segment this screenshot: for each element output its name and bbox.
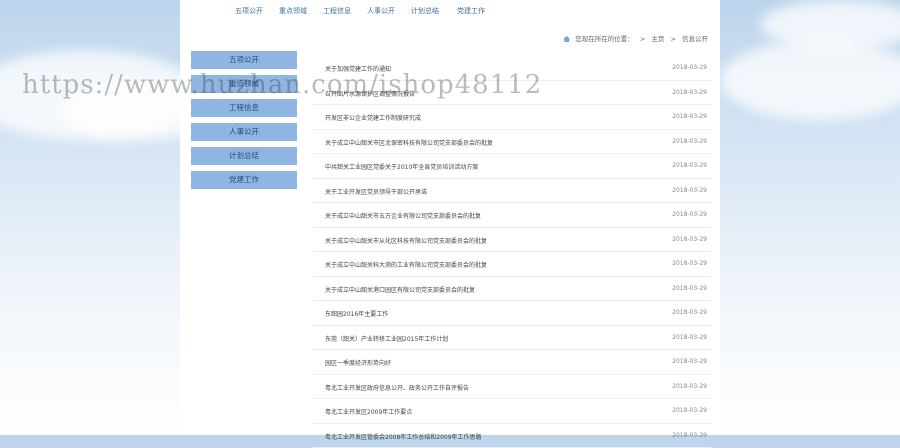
list-item-title[interactable]: 东韶园2016年主要工作 [325, 309, 388, 318]
list-item: 关于成立中山韶关科大测的工业有限公司党支部委员会的批复 2018-03-29 [313, 252, 711, 277]
nav-item-engineering[interactable]: 工程信息 [323, 6, 351, 16]
list-item: 关于成立中山韶关市区北保密科技有限公司党支部委员会的批复 2018-03-29 [313, 130, 711, 155]
breadcrumb: 您现在所在的位置： > 主页 > 信息公开 [563, 33, 708, 43]
sidebar-item-plan[interactable]: 计划总结 [191, 147, 297, 165]
list-item-date: 2018-03-29 [672, 334, 707, 341]
list-item-title[interactable]: 中共韶关工业园区党委关于2010年全县党员培训活动方案 [325, 162, 478, 171]
breadcrumb-separator: > [640, 35, 645, 43]
list-item-title[interactable]: 关于工业开发区党员领导干部公开承诺 [325, 187, 427, 196]
list-item-date: 2018-03-29 [672, 89, 707, 96]
sidebar-item-five-public[interactable]: 五项公开 [191, 51, 297, 69]
list-item-title[interactable]: 粤北工业开发区管委会2008年工作总结和2009年工作思路 [325, 432, 482, 441]
nav-item-five-public[interactable]: 五项公开 [235, 6, 263, 16]
article-list: 关于加强党建工作的通知2018-03-29 召开图片水源保护区调整情况报告201… [313, 56, 711, 448]
list-item-date: 2018-03-29 [672, 260, 707, 267]
list-item: 粤北工业开发区管委会2008年工作总结和2009年工作思路 2018-03-29 [313, 424, 711, 448]
sidebar-item-party[interactable]: 党建工作 [191, 171, 297, 189]
breadcrumb-prefix: 您现在所在的位置： [575, 35, 634, 43]
list-item: 开发区非公企业党建工作制度研究成 2018-03-29 [313, 105, 711, 130]
top-nav: 五项公开 重点领域 工程信息 人事公开 计划总结 党建工作 [180, 0, 720, 22]
list-item-title[interactable]: 园区一季度经济形势向好 [325, 358, 391, 367]
list-item-date: 2018-03-29 [672, 138, 707, 145]
watermark-text: https://www.huzhan.com/ishop48112 [22, 70, 542, 100]
breadcrumb-home-link[interactable]: 主页 [651, 35, 664, 43]
list-item: 粤北工业开发区2009年工作要点 2018-03-29 [313, 399, 711, 424]
list-item-title[interactable]: 粤北工业开发区2009年工作要点 [325, 407, 412, 416]
list-item-title[interactable]: 关于成立中山韶关市五万企业有限公司党支部委员会的批复 [325, 211, 481, 220]
list-item: 关于成立中山韶关市从化区科技有限公司党支部委员会的批复 2018-03-29 [313, 228, 711, 253]
list-item-date: 2018-03-29 [672, 64, 707, 71]
list-item-date: 2018-03-29 [672, 432, 707, 439]
list-item-date: 2018-03-29 [672, 236, 707, 243]
nav-item-personnel[interactable]: 人事公开 [367, 6, 395, 16]
list-item-date: 2018-03-29 [672, 187, 707, 194]
breadcrumb-separator: > [670, 35, 675, 43]
list-item-title[interactable]: 关于成立中山韶关市区北保密科技有限公司党支部委员会的批复 [325, 138, 493, 147]
list-item-title[interactable]: 关于成立中山韶关市从化区科技有限公司党支部委员会的批复 [325, 236, 487, 245]
list-item-date: 2018-03-29 [672, 407, 707, 414]
list-item-title[interactable]: 粤北工业开发区政府信息公开、政务公开工作自评报告 [325, 383, 469, 392]
background-cloud [720, 40, 900, 120]
nav-item-party[interactable]: 党建工作 [457, 6, 485, 16]
main-content: 五项公开 重点领域 工程信息 人事公开 计划总结 党建工作 您现在所在的位置： … [180, 0, 720, 435]
list-item: 东韶园2016年主要工作 2018-03-29 [313, 301, 711, 326]
list-item-date: 2018-03-29 [672, 211, 707, 218]
list-item-title[interactable]: 关于成立中山韶关港口园区有限公司党支部委员会的批复 [325, 285, 475, 294]
list-item: 中共韶关工业园区党委关于2010年全县党员培训活动方案 2018-03-29 [313, 154, 711, 179]
list-item: 园区一季度经济形势向好 2018-03-29 [313, 350, 711, 375]
list-item-date: 2018-03-29 [672, 358, 707, 365]
home-icon [563, 36, 570, 42]
nav-item-key-areas[interactable]: 重点领域 [279, 6, 307, 16]
list-item-title[interactable]: 开发区非公企业党建工作制度研究成 [325, 113, 421, 122]
sidebar-item-personnel[interactable]: 人事公开 [191, 123, 297, 141]
breadcrumb-current: 信息公开 [682, 35, 708, 43]
list-item-date: 2018-03-29 [672, 383, 707, 390]
list-item: 关于成立中山韶关港口园区有限公司党支部委员会的批复 2018-03-29 [313, 277, 711, 302]
list-item: 关于工业开发区党员领导干部公开承诺 2018-03-29 [313, 179, 711, 204]
list-item: 关于成立中山韶关市五万企业有限公司党支部委员会的批复 2018-03-29 [313, 203, 711, 228]
list-item-date: 2018-03-29 [672, 113, 707, 120]
list-item-title[interactable]: 东莞（韶关）产业转移工业园2015年工作计划 [325, 334, 448, 343]
list-item-date: 2018-03-29 [672, 285, 707, 292]
list-item-title[interactable]: 关于成立中山韶关科大测的工业有限公司党支部委员会的批复 [325, 260, 487, 269]
sidebar-item-engineering[interactable]: 工程信息 [191, 99, 297, 117]
nav-item-plan[interactable]: 计划总结 [411, 6, 439, 16]
list-item-date: 2018-03-29 [672, 309, 707, 316]
list-item: 东莞（韶关）产业转移工业园2015年工作计划 2018-03-29 [313, 326, 711, 351]
list-item-date: 2018-03-29 [672, 162, 707, 169]
list-item: 粤北工业开发区政府信息公开、政务公开工作自评报告 2018-03-29 [313, 375, 711, 400]
